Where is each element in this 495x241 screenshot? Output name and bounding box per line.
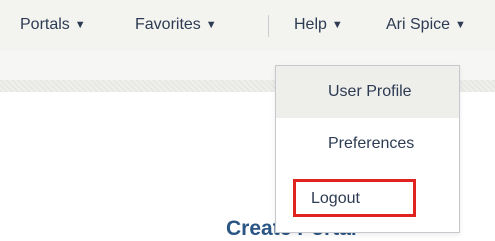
caret-down-icon: ▼ [205, 19, 217, 31]
menu-item-logout[interactable]: Logout [276, 170, 459, 222]
caret-down-icon: ▼ [455, 19, 466, 31]
favorites-menu[interactable]: Favorites ▼ [135, 0, 217, 50]
favorites-label: Favorites [135, 16, 201, 33]
menu-item-label: Logout [311, 190, 360, 207]
caret-down-icon: ▼ [331, 19, 343, 31]
user-menu[interactable]: Ari Spice ▼ [386, 0, 466, 50]
menu-item-label: User Profile [328, 83, 412, 100]
user-dropdown-menu: User Profile Preferences Logout [275, 65, 460, 233]
logout-highlight-box: Logout [293, 179, 416, 217]
menu-item-preferences[interactable]: Preferences [276, 118, 459, 170]
portals-label: Portals [20, 16, 70, 33]
caret-down-icon: ▼ [74, 19, 86, 31]
user-name-label: Ari Spice [386, 16, 451, 33]
nav-divider [268, 15, 269, 37]
help-menu[interactable]: Help ▼ [294, 0, 343, 50]
menu-item-user-profile[interactable]: User Profile [276, 66, 459, 118]
help-label: Help [294, 16, 327, 33]
menu-item-label: Preferences [328, 135, 415, 152]
portals-menu[interactable]: Portals ▼ [20, 0, 86, 50]
top-navigation-bar: Portals ▼ Favorites ▼ Help ▼ Ari Spice ▼ [0, 0, 495, 50]
